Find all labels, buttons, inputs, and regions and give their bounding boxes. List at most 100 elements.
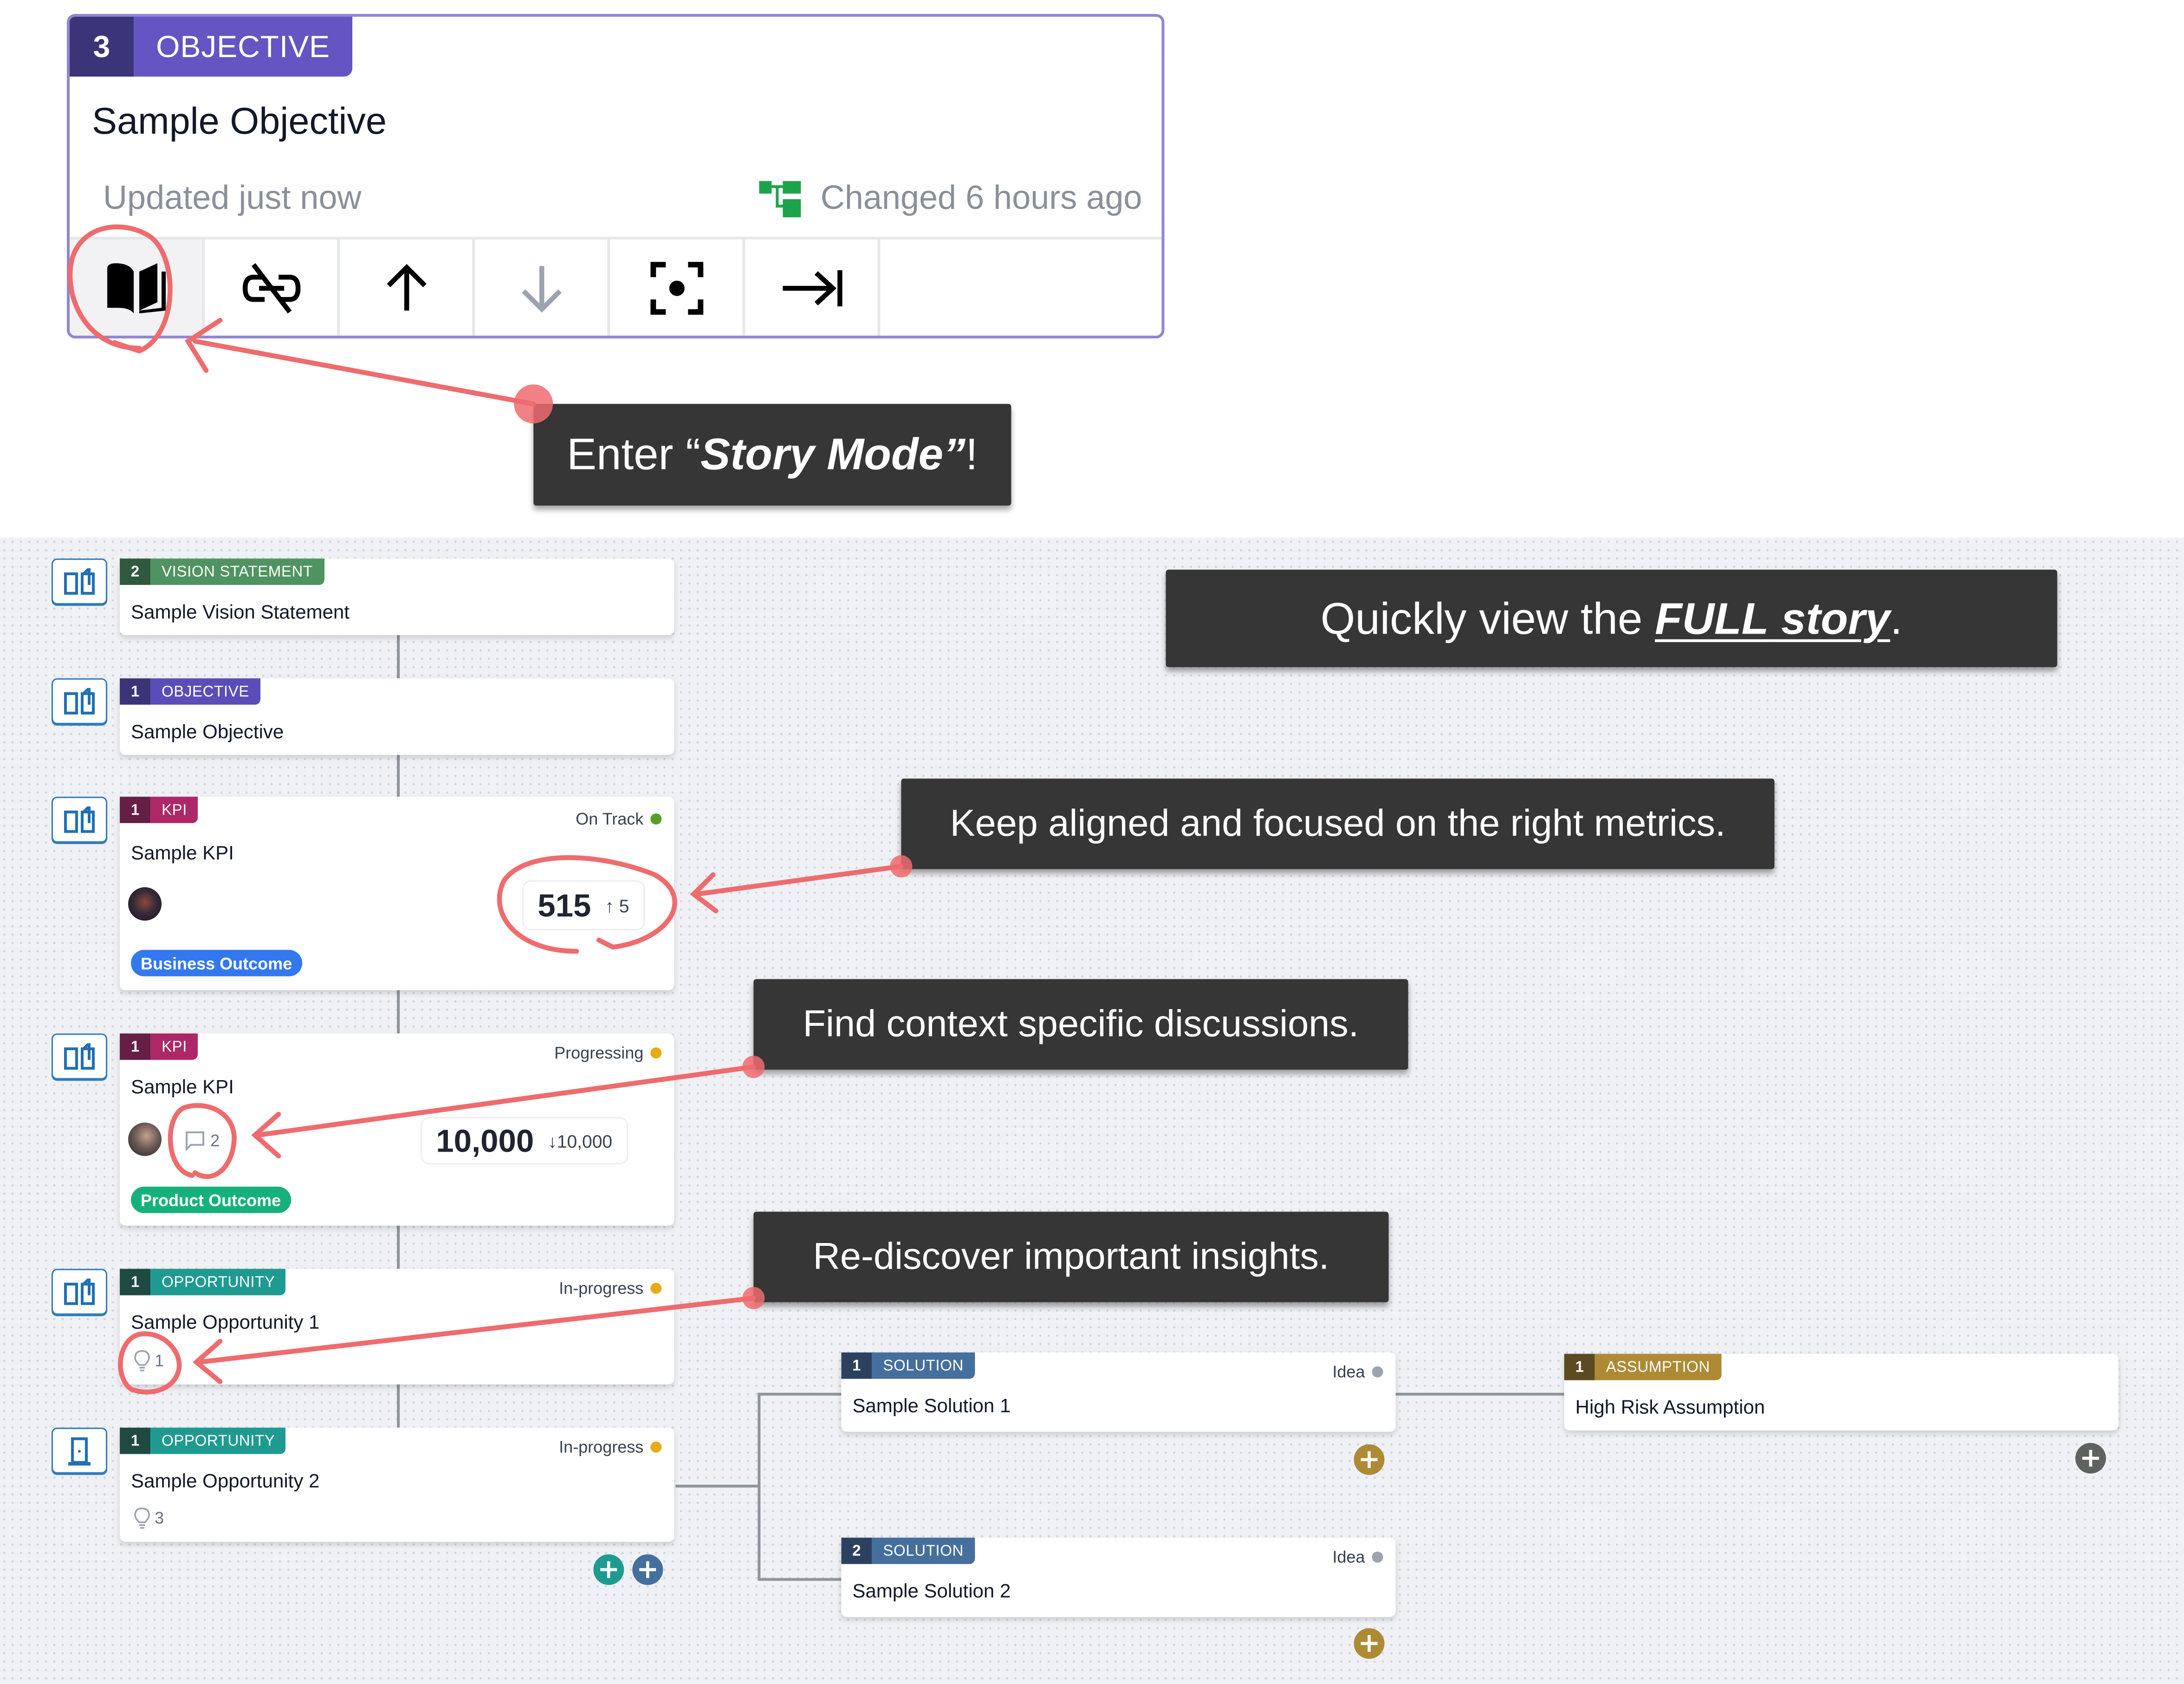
arrow-down-icon: ↓ (548, 1130, 557, 1151)
node-solution[interactable]: 1 SOLUTION Idea Sample Solution 1 (841, 1352, 1396, 1432)
arrow-right-to-bar-icon (779, 267, 843, 309)
objective-card-detail[interactable]: 3 OBJECTIVE Sample Objective Updated jus… (67, 14, 1165, 339)
plus-icon (599, 1560, 618, 1580)
status-dot (650, 1282, 662, 1294)
status-indicator: Idea (1332, 1548, 1383, 1567)
tree-connector (758, 1393, 842, 1395)
plus-icon (1360, 1634, 1379, 1653)
node-title: High Risk Assumption (1575, 1395, 1765, 1418)
tree-connector (758, 1393, 760, 1580)
go-to-end-button[interactable] (745, 240, 881, 336)
updated-timestamp: Updated just now (103, 180, 362, 218)
opportunity-door-button[interactable] (52, 1427, 108, 1474)
status-dot (650, 1047, 662, 1059)
changed-text: Changed 6 hours ago (820, 180, 1142, 218)
node-type-tag: 1 OPPORTUNITY (120, 1269, 286, 1295)
node-kpi[interactable]: 1 KPI On Track Sample KPI 515 ↑ 5 Busines… (120, 797, 674, 991)
move-up-button[interactable] (340, 240, 475, 336)
story-mode-button[interactable] (52, 1269, 108, 1315)
outcome-badge: Product Outcome (131, 1186, 291, 1213)
status-indicator: In-progress (559, 1438, 662, 1457)
tree-connector (675, 1484, 759, 1487)
node-opportunity[interactable]: 1 OPPORTUNITY In-progress Sample Opportun… (120, 1269, 674, 1385)
node-title: Sample KPI (131, 841, 234, 864)
door-icon (67, 1435, 92, 1466)
story-mode-button[interactable] (52, 558, 108, 605)
add-solution-button[interactable] (632, 1554, 663, 1585)
open-book-icon (63, 805, 96, 834)
unlink-icon (242, 261, 300, 314)
focus-button[interactable] (610, 240, 745, 336)
comments-count[interactable]: 2 (184, 1129, 220, 1152)
kpi-delta: ↓10,000 (548, 1130, 613, 1151)
node-solution[interactable]: 2 SOLUTION Idea Sample Solution 2 (841, 1537, 1396, 1617)
node-type-tag: 2 SOLUTION (841, 1537, 975, 1564)
callout-text: Quickly view the FULL story. (1320, 592, 1903, 643)
node-type-tag: 1 ASSUMPTION (1564, 1354, 1721, 1380)
node-kpi[interactable]: 1 KPI Progressing Sample KPI 2 10,000 ↓10… (120, 1033, 674, 1226)
node-title: Sample Opportunity 2 (131, 1469, 320, 1492)
status-indicator: Idea (1332, 1362, 1383, 1382)
status-indicator: On Track (576, 809, 662, 829)
plus-icon (2081, 1449, 2100, 1468)
add-child-button[interactable] (593, 1554, 624, 1585)
node-type-tag: 1 OPPORTUNITY (120, 1427, 286, 1454)
plus-icon (638, 1560, 657, 1580)
kpi-metric-value[interactable]: 515 ↑ 5 (522, 880, 645, 931)
node-title: Sample Solution 2 (852, 1579, 1011, 1602)
arrow-down-icon (518, 263, 565, 313)
lightbulb-icon (134, 1507, 150, 1529)
node-objective[interactable]: 1 OBJECTIVE Sample Objective (120, 678, 674, 755)
node-type-tag: 1 KPI (120, 1033, 199, 1060)
tag-number: 3 (70, 17, 134, 77)
node-assumption[interactable]: 1 ASSUMPTION High Risk Assumption (1564, 1354, 2119, 1431)
kpi-metric-value[interactable]: 10,000 ↓10,000 (421, 1117, 628, 1165)
add-assumption-button[interactable] (1354, 1444, 1385, 1475)
plus-icon (1360, 1450, 1379, 1470)
lightbulb-icon (134, 1350, 150, 1372)
avatar[interactable] (128, 887, 162, 921)
status-dot (650, 813, 662, 825)
tree-structure-icon (759, 180, 804, 219)
status-indicator: Progressing (554, 1043, 662, 1062)
insights-count[interactable]: 1 (134, 1350, 164, 1372)
outcome-badge: Business Outcome (131, 950, 302, 977)
status-dot (650, 1441, 662, 1453)
open-book-icon (63, 687, 96, 715)
status-dot (1372, 1366, 1383, 1378)
callout-full-story: Quickly view the FULL story. (1166, 570, 2057, 667)
node-title: Sample Objective (131, 720, 284, 743)
add-experiment-button[interactable] (2075, 1443, 2106, 1474)
card-action-bar (70, 237, 1162, 336)
focus-icon (649, 261, 703, 314)
open-book-icon (63, 567, 96, 596)
node-title: Sample Vision Statement (131, 600, 350, 623)
arrow-up-icon: ↑ (605, 894, 614, 916)
open-book-icon (63, 1278, 96, 1306)
story-mode-button[interactable] (52, 1033, 108, 1080)
node-title: Sample KPI (131, 1075, 234, 1098)
avatar[interactable] (128, 1122, 162, 1156)
add-assumption-button[interactable] (1354, 1628, 1385, 1659)
move-down-button[interactable] (475, 240, 610, 336)
tree-connector (1395, 1393, 1564, 1395)
node-opportunity[interactable]: 1 OPPORTUNITY In-progress Sample Opportun… (120, 1427, 674, 1542)
insights-count[interactable]: 3 (134, 1507, 164, 1529)
status-indicator: In-progress (559, 1279, 662, 1298)
status-dot (1372, 1551, 1383, 1563)
node-type-tag: 2 VISION STATEMENT (120, 558, 324, 585)
story-mode-button[interactable] (70, 240, 205, 336)
node-title: Sample Opportunity 1 (131, 1310, 320, 1333)
node-title: Sample Solution 1 (852, 1394, 1011, 1417)
callout-discussions: Find context specific discussions. (753, 979, 1408, 1070)
node-vision-statement[interactable]: 2 VISION STATEMENT Sample Vision Statemen… (120, 558, 674, 635)
node-type-tag: 1 OBJECTIVE (120, 678, 260, 705)
kpi-delta: ↑ 5 (605, 894, 629, 916)
changed-timestamp: Changed 6 hours ago (759, 180, 1142, 219)
open-book-icon (63, 1042, 96, 1070)
node-type-tag: 1 SOLUTION (841, 1352, 975, 1379)
story-mode-button[interactable] (52, 678, 108, 725)
story-mode-button[interactable] (52, 797, 108, 843)
unlink-button[interactable] (205, 240, 340, 336)
tree-connector (758, 1578, 842, 1580)
